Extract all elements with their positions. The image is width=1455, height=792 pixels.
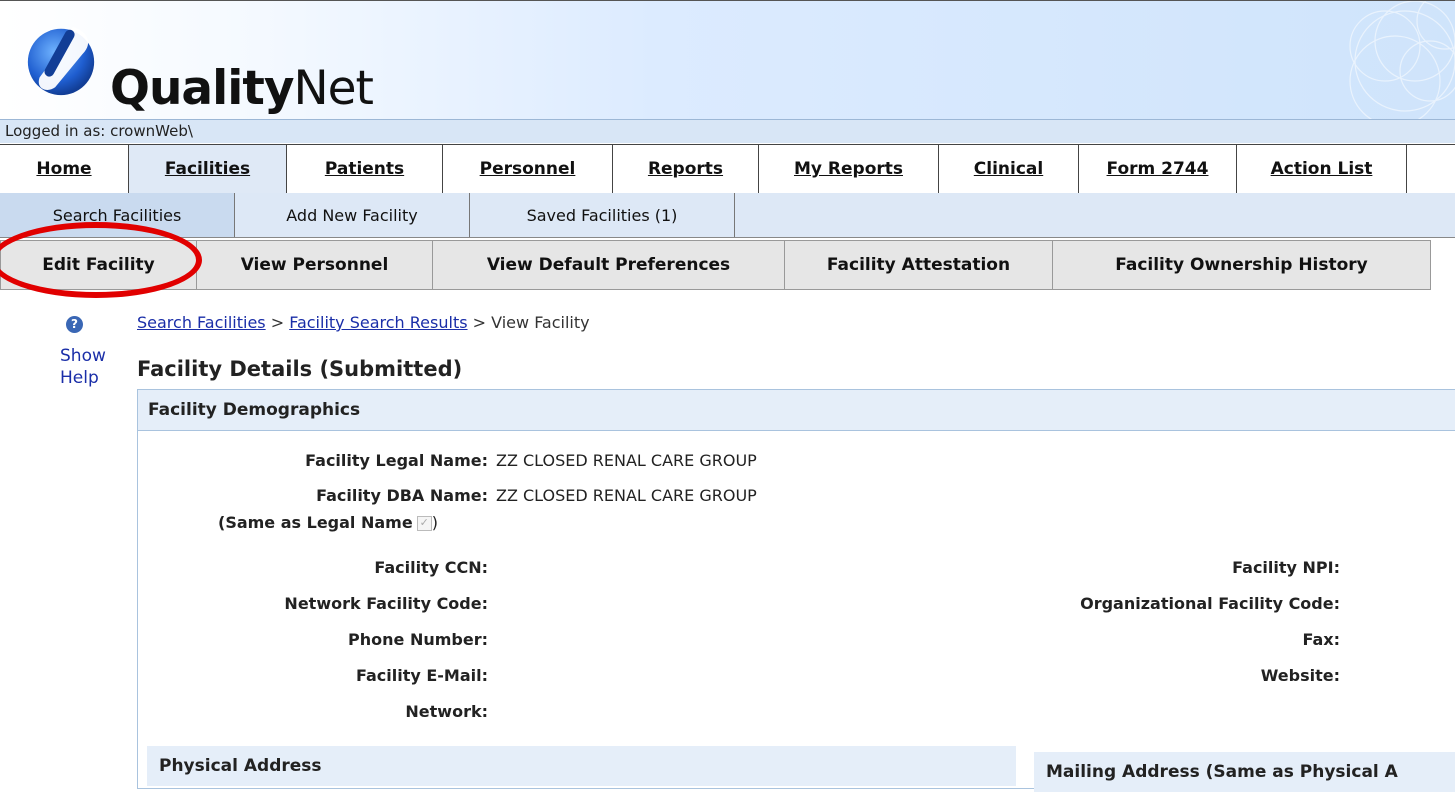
physical-address-header: Physical Address bbox=[147, 746, 1016, 786]
network-label: Network: bbox=[405, 702, 488, 721]
legal-name-label: Facility Legal Name: bbox=[305, 451, 488, 470]
decorative-swirl-icon bbox=[1349, 1, 1455, 121]
tab-form-2744[interactable]: Form 2744 bbox=[1079, 145, 1237, 193]
website-label: Website: bbox=[1260, 666, 1340, 685]
tab-action-list[interactable]: Action List bbox=[1237, 145, 1407, 193]
fax-label: Fax: bbox=[1302, 630, 1340, 649]
ccn-label: Facility CCN: bbox=[374, 558, 488, 577]
tab-patients[interactable]: Patients bbox=[287, 145, 443, 193]
tab-my-reports[interactable]: My Reports bbox=[759, 145, 939, 193]
subtab-add-new-facility[interactable]: Add New Facility bbox=[235, 193, 470, 237]
breadcrumb-search-facilities[interactable]: Search Facilities bbox=[137, 313, 266, 332]
breadcrumb: Search Facilities > Facility Search Resu… bbox=[137, 313, 590, 332]
app-header: QualityNet bbox=[0, 0, 1455, 123]
tab-reports[interactable]: Reports bbox=[613, 145, 759, 193]
qualitynet-logo-icon bbox=[27, 26, 95, 96]
facility-demographics-header: Facility Demographics bbox=[138, 390, 1455, 431]
phone-label: Phone Number: bbox=[348, 630, 488, 649]
facility-demographics-panel: Facility Demographics bbox=[137, 389, 1455, 789]
breadcrumb-facility-search-results[interactable]: Facility Search Results bbox=[289, 313, 467, 332]
org-code-label: Organizational Facility Code: bbox=[1080, 594, 1340, 613]
facility-action-nav: Edit Facility View Personnel View Defaul… bbox=[0, 240, 1455, 290]
main-nav: Home Facilities Patients Personnel Repor… bbox=[0, 144, 1455, 194]
view-default-preferences-button[interactable]: View Default Preferences bbox=[433, 240, 785, 290]
show-help-line1: Show bbox=[60, 346, 106, 366]
subtab-saved-facilities[interactable]: Saved Facilities (1) bbox=[470, 193, 735, 237]
mailing-address-header: Mailing Address (Same as Physical A bbox=[1034, 752, 1455, 792]
annotation-highlight-ring bbox=[0, 222, 202, 298]
email-label: Facility E-Mail: bbox=[355, 666, 488, 685]
breadcrumb-current: View Facility bbox=[491, 313, 590, 332]
same-as-legal-checkbox: ✓ bbox=[416, 516, 432, 531]
tab-facilities[interactable]: Facilities bbox=[129, 145, 287, 193]
tab-clinical[interactable]: Clinical bbox=[939, 145, 1079, 193]
show-help-line2: Help bbox=[60, 368, 99, 388]
tab-home[interactable]: Home bbox=[0, 145, 129, 193]
page-title: Facility Details (Submitted) bbox=[137, 357, 463, 381]
same-as-legal-name: (Same as Legal Name ✓) bbox=[218, 513, 438, 532]
help-icon[interactable]: ? bbox=[66, 316, 83, 333]
dba-name-label: Facility DBA Name: bbox=[316, 486, 488, 505]
breadcrumb-separator: > bbox=[472, 313, 487, 332]
breadcrumb-separator: > bbox=[270, 313, 285, 332]
npi-label: Facility NPI: bbox=[1232, 558, 1340, 577]
show-help-link[interactable]: Show Help bbox=[60, 345, 106, 389]
facilities-sub-nav: Search Facilities Add New Facility Saved… bbox=[0, 193, 1455, 238]
logo-wordmark: QualityNet bbox=[110, 61, 374, 116]
tab-personnel[interactable]: Personnel bbox=[443, 145, 613, 193]
dba-name-value: ZZ CLOSED RENAL CARE GROUP bbox=[496, 486, 757, 505]
legal-name-value: ZZ CLOSED RENAL CARE GROUP bbox=[496, 451, 757, 470]
facility-attestation-button[interactable]: Facility Attestation bbox=[785, 240, 1053, 290]
facility-ownership-history-button[interactable]: Facility Ownership History bbox=[1053, 240, 1431, 290]
view-personnel-button[interactable]: View Personnel bbox=[197, 240, 433, 290]
logged-in-bar: Logged in as: crownWeb\ bbox=[0, 119, 1455, 143]
network-code-label: Network Facility Code: bbox=[284, 594, 488, 613]
